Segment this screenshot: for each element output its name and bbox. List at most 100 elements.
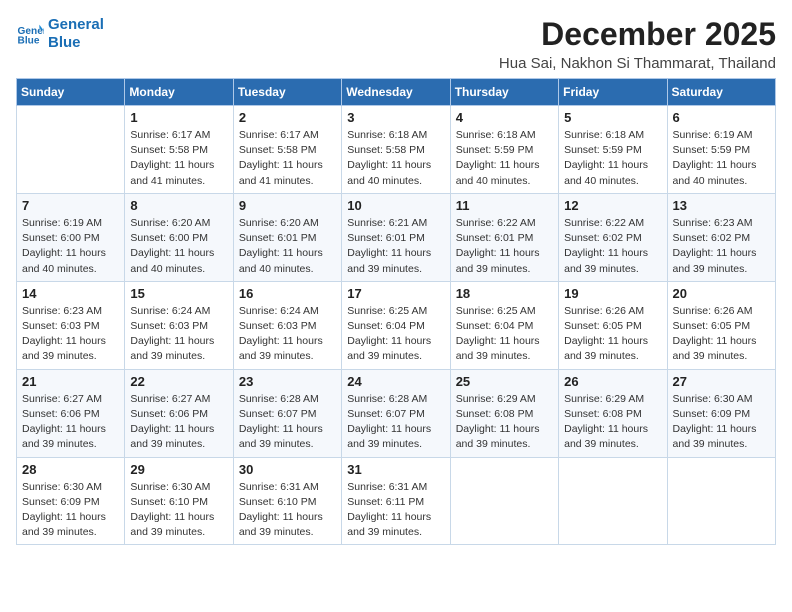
day-info: Sunrise: 6:28 AMSunset: 6:07 PMDaylight:… bbox=[347, 392, 444, 453]
day-number: 9 bbox=[239, 198, 336, 213]
calendar-cell: 18Sunrise: 6:25 AMSunset: 6:04 PMDayligh… bbox=[450, 281, 558, 369]
calendar-week-row: 7Sunrise: 6:19 AMSunset: 6:00 PMDaylight… bbox=[17, 193, 776, 281]
day-number: 31 bbox=[347, 462, 444, 477]
logo-icon: General Blue bbox=[16, 20, 44, 48]
day-info: Sunrise: 6:18 AMSunset: 5:59 PMDaylight:… bbox=[456, 128, 553, 189]
calendar-cell: 3 Sunrise: 6:18 AMSunset: 5:58 PMDaylight… bbox=[342, 106, 450, 194]
day-number: 8 bbox=[130, 198, 227, 213]
calendar-cell: 5 Sunrise: 6:18 AMSunset: 5:59 PMDaylight… bbox=[559, 106, 667, 194]
location: Hua Sai, Nakhon Si Thammarat, Thailand bbox=[499, 55, 776, 72]
weekday-header: Wednesday bbox=[342, 79, 450, 106]
day-number: 16 bbox=[239, 286, 336, 301]
calendar-cell: 11 Sunrise: 6:22 AMSunset: 6:01 PMDayligh… bbox=[450, 193, 558, 281]
day-number: 3 bbox=[347, 110, 444, 125]
day-info: Sunrise: 6:21 AMSunset: 6:01 PMDaylight:… bbox=[347, 216, 444, 277]
day-info: Sunrise: 6:24 AMSunset: 6:03 PMDaylight:… bbox=[130, 304, 227, 365]
day-info: Sunrise: 6:23 AMSunset: 6:03 PMDaylight:… bbox=[22, 304, 119, 365]
day-number: 25 bbox=[456, 374, 553, 389]
day-info: Sunrise: 6:30 AMSunset: 6:09 PMDaylight:… bbox=[22, 480, 119, 541]
day-info: Sunrise: 6:30 AMSunset: 6:10 PMDaylight:… bbox=[130, 480, 227, 541]
calendar-cell: 1 Sunrise: 6:17 AMSunset: 5:58 PMDaylight… bbox=[125, 106, 233, 194]
day-info: Sunrise: 6:26 AMSunset: 6:05 PMDaylight:… bbox=[673, 304, 770, 365]
month-year: December 2025 bbox=[499, 16, 776, 53]
day-info: Sunrise: 6:26 AMSunset: 6:05 PMDaylight:… bbox=[564, 304, 661, 365]
weekday-header: Saturday bbox=[667, 79, 775, 106]
header: General Blue General Blue December 2025 … bbox=[16, 16, 776, 72]
day-number: 28 bbox=[22, 462, 119, 477]
calendar-week-row: 28 Sunrise: 6:30 AMSunset: 6:09 PMDayligh… bbox=[17, 457, 776, 545]
day-number: 4 bbox=[456, 110, 553, 125]
day-info: Sunrise: 6:18 AMSunset: 5:58 PMDaylight:… bbox=[347, 128, 444, 189]
day-number: 6 bbox=[673, 110, 770, 125]
calendar-cell: 9Sunrise: 6:20 AMSunset: 6:01 PMDaylight… bbox=[233, 193, 341, 281]
day-number: 21 bbox=[22, 374, 119, 389]
day-number: 19 bbox=[564, 286, 661, 301]
calendar-cell: 21 Sunrise: 6:27 AMSunset: 6:06 PMDayligh… bbox=[17, 369, 125, 457]
day-info: Sunrise: 6:31 AMSunset: 6:10 PMDaylight:… bbox=[239, 480, 336, 541]
day-info: Sunrise: 6:31 AMSunset: 6:11 PMDaylight:… bbox=[347, 480, 444, 541]
weekday-header: Monday bbox=[125, 79, 233, 106]
day-info: Sunrise: 6:17 AMSunset: 5:58 PMDaylight:… bbox=[130, 128, 227, 189]
day-info: Sunrise: 6:29 AMSunset: 6:08 PMDaylight:… bbox=[456, 392, 553, 453]
calendar-cell: 31 Sunrise: 6:31 AMSunset: 6:11 PMDayligh… bbox=[342, 457, 450, 545]
day-number: 22 bbox=[130, 374, 227, 389]
calendar-cell bbox=[450, 457, 558, 545]
weekday-header: Tuesday bbox=[233, 79, 341, 106]
calendar-cell: 16 Sunrise: 6:24 AMSunset: 6:03 PMDayligh… bbox=[233, 281, 341, 369]
calendar-cell: 23 Sunrise: 6:28 AMSunset: 6:07 PMDayligh… bbox=[233, 369, 341, 457]
calendar-cell: 15 Sunrise: 6:24 AMSunset: 6:03 PMDayligh… bbox=[125, 281, 233, 369]
calendar-cell: 24 Sunrise: 6:28 AMSunset: 6:07 PMDayligh… bbox=[342, 369, 450, 457]
calendar-cell: 6 Sunrise: 6:19 AMSunset: 5:59 PMDaylight… bbox=[667, 106, 775, 194]
calendar-cell bbox=[17, 106, 125, 194]
calendar: SundayMondayTuesdayWednesdayThursdayFrid… bbox=[16, 78, 776, 545]
weekday-header: Friday bbox=[559, 79, 667, 106]
weekday-header: Sunday bbox=[17, 79, 125, 106]
day-number: 11 bbox=[456, 198, 553, 213]
day-number: 2 bbox=[239, 110, 336, 125]
day-info: Sunrise: 6:19 AMSunset: 5:59 PMDaylight:… bbox=[673, 128, 770, 189]
day-info: Sunrise: 6:29 AMSunset: 6:08 PMDaylight:… bbox=[564, 392, 661, 453]
calendar-cell: 29 Sunrise: 6:30 AMSunset: 6:10 PMDayligh… bbox=[125, 457, 233, 545]
logo: General Blue General Blue bbox=[16, 16, 104, 52]
calendar-cell: 4 Sunrise: 6:18 AMSunset: 5:59 PMDaylight… bbox=[450, 106, 558, 194]
day-number: 26 bbox=[564, 374, 661, 389]
calendar-cell: 12 Sunrise: 6:22 AMSunset: 6:02 PMDayligh… bbox=[559, 193, 667, 281]
day-info: Sunrise: 6:25 AMSunset: 6:04 PMDaylight:… bbox=[456, 304, 553, 365]
day-number: 24 bbox=[347, 374, 444, 389]
day-number: 17 bbox=[347, 286, 444, 301]
calendar-cell: 13Sunrise: 6:23 AMSunset: 6:02 PMDayligh… bbox=[667, 193, 775, 281]
title-area: December 2025 Hua Sai, Nakhon Si Thammar… bbox=[499, 16, 776, 72]
calendar-cell: 14 Sunrise: 6:23 AMSunset: 6:03 PMDayligh… bbox=[17, 281, 125, 369]
day-number: 15 bbox=[130, 286, 227, 301]
day-number: 23 bbox=[239, 374, 336, 389]
calendar-cell: 8Sunrise: 6:20 AMSunset: 6:00 PMDaylight… bbox=[125, 193, 233, 281]
calendar-cell: 19 Sunrise: 6:26 AMSunset: 6:05 PMDayligh… bbox=[559, 281, 667, 369]
day-number: 30 bbox=[239, 462, 336, 477]
day-info: Sunrise: 6:27 AMSunset: 6:06 PMDaylight:… bbox=[130, 392, 227, 453]
calendar-week-row: 1 Sunrise: 6:17 AMSunset: 5:58 PMDaylight… bbox=[17, 106, 776, 194]
day-info: Sunrise: 6:22 AMSunset: 6:02 PMDaylight:… bbox=[564, 216, 661, 277]
day-info: Sunrise: 6:25 AMSunset: 6:04 PMDaylight:… bbox=[347, 304, 444, 365]
calendar-cell: 28 Sunrise: 6:30 AMSunset: 6:09 PMDayligh… bbox=[17, 457, 125, 545]
day-info: Sunrise: 6:24 AMSunset: 6:03 PMDaylight:… bbox=[239, 304, 336, 365]
day-number: 27 bbox=[673, 374, 770, 389]
day-info: Sunrise: 6:28 AMSunset: 6:07 PMDaylight:… bbox=[239, 392, 336, 453]
day-info: Sunrise: 6:22 AMSunset: 6:01 PMDaylight:… bbox=[456, 216, 553, 277]
calendar-cell: 30 Sunrise: 6:31 AMSunset: 6:10 PMDayligh… bbox=[233, 457, 341, 545]
day-info: Sunrise: 6:30 AMSunset: 6:09 PMDaylight:… bbox=[673, 392, 770, 453]
day-info: Sunrise: 6:18 AMSunset: 5:59 PMDaylight:… bbox=[564, 128, 661, 189]
day-number: 5 bbox=[564, 110, 661, 125]
calendar-cell: 7Sunrise: 6:19 AMSunset: 6:00 PMDaylight… bbox=[17, 193, 125, 281]
day-number: 1 bbox=[130, 110, 227, 125]
day-number: 14 bbox=[22, 286, 119, 301]
day-info: Sunrise: 6:17 AMSunset: 5:58 PMDaylight:… bbox=[239, 128, 336, 189]
day-info: Sunrise: 6:27 AMSunset: 6:06 PMDaylight:… bbox=[22, 392, 119, 453]
day-number: 20 bbox=[673, 286, 770, 301]
calendar-cell: 10 Sunrise: 6:21 AMSunset: 6:01 PMDayligh… bbox=[342, 193, 450, 281]
day-number: 29 bbox=[130, 462, 227, 477]
day-number: 10 bbox=[347, 198, 444, 213]
calendar-week-row: 21 Sunrise: 6:27 AMSunset: 6:06 PMDayligh… bbox=[17, 369, 776, 457]
calendar-cell bbox=[559, 457, 667, 545]
day-number: 12 bbox=[564, 198, 661, 213]
day-number: 7 bbox=[22, 198, 119, 213]
